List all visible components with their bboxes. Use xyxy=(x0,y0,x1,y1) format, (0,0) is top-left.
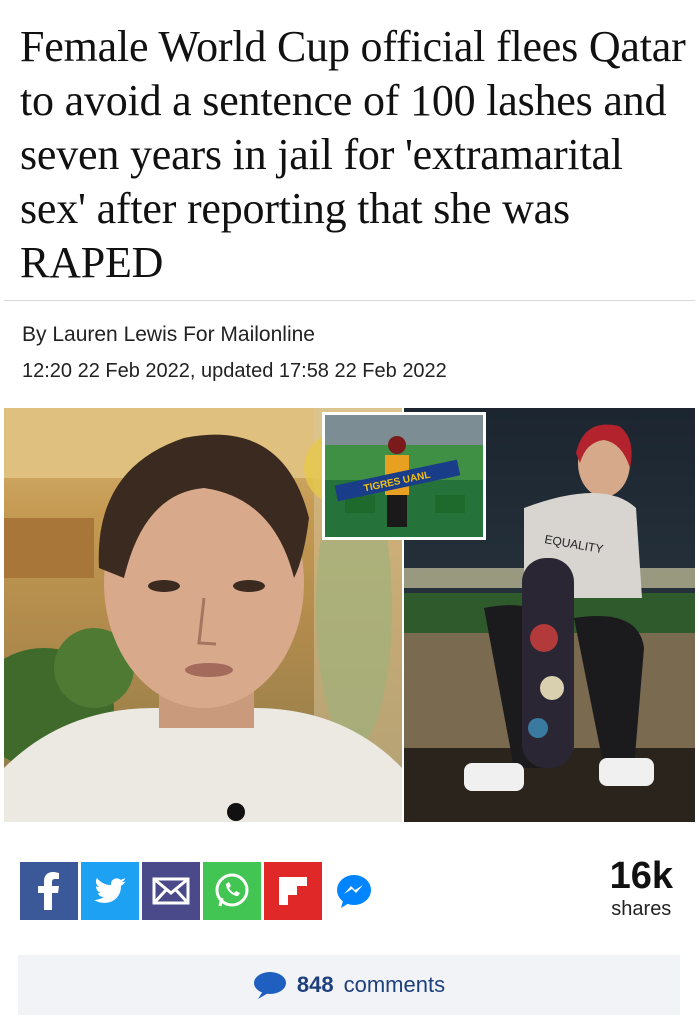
flipboard-share-button[interactable] xyxy=(264,862,322,920)
speech-bubble-icon xyxy=(253,972,286,999)
comments-label: comments xyxy=(343,972,446,997)
share-count-label: shares xyxy=(611,898,672,920)
article-dateline: 12:20 22 Feb 2022, updated 17:58 22 Feb … xyxy=(22,360,447,382)
email-share-button[interactable] xyxy=(142,862,200,920)
whatsapp-share-button[interactable] xyxy=(203,862,261,920)
flipboard-icon xyxy=(279,877,307,905)
stadium-illustration: TIGRES UANL xyxy=(325,415,483,537)
messenger-share-button[interactable] xyxy=(325,862,383,920)
share-count-number: 16k xyxy=(609,855,673,897)
article-photo-inset[interactable]: TIGRES UANL xyxy=(322,412,486,540)
twitter-share-button[interactable] xyxy=(81,862,139,920)
facebook-share-button[interactable] xyxy=(20,862,78,920)
article-byline[interactable]: By Lauren Lewis For Mailonline xyxy=(22,323,315,347)
messenger-icon xyxy=(337,875,371,908)
article-headline: Female World Cup official flees Qatar to… xyxy=(20,22,686,287)
share-count: 16k shares xyxy=(610,855,673,921)
share-button-row xyxy=(20,862,383,924)
facebook-icon xyxy=(38,872,59,910)
comments-button[interactable]: 848 comments xyxy=(18,955,680,1015)
headline-divider xyxy=(4,300,695,301)
whatsapp-icon xyxy=(215,873,249,907)
email-icon xyxy=(152,877,190,905)
comments-count: 848 xyxy=(296,972,334,997)
twitter-icon xyxy=(94,878,126,903)
